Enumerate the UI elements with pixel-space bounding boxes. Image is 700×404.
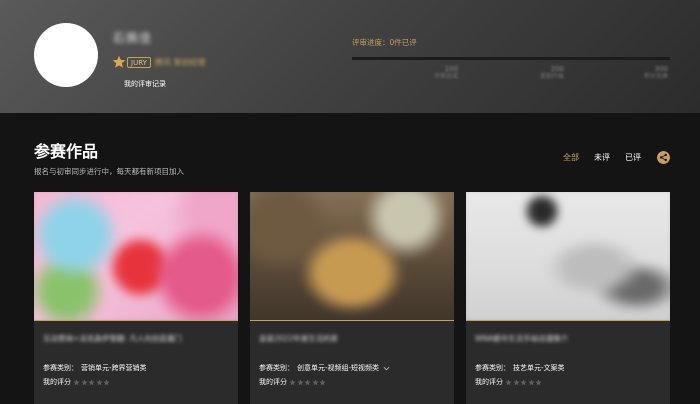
rating-stars[interactable] [73,378,111,386]
review-progress-label: 评审进度：0件已评 [352,38,417,47]
card-divider [466,320,670,321]
rating-stars[interactable] [289,378,327,386]
entry-thumbnail[interactable] [250,192,454,320]
entry-rating: 我的评分 [43,377,111,387]
user-name: 石佩佳 [113,31,153,45]
jury-badge: JURY [127,56,151,68]
entry-rating: 我的评分 [475,377,543,387]
entry-category: 参赛类别： 营销单元-跨界营销类 [43,364,147,372]
rating-stars[interactable] [505,378,543,386]
section-subtitle: 报名与初审同步进行中，每天都有新项目加入 [34,167,184,176]
share-icon[interactable] [657,151,670,164]
card-divider [34,320,238,321]
star-icon[interactable] [505,378,512,386]
review-progress-bar [352,57,670,60]
star-icon[interactable] [296,378,304,386]
tab-all[interactable]: 全部 [563,152,579,163]
star-icon[interactable] [289,378,296,386]
star-icon[interactable] [535,378,542,386]
section-title: 参赛作品 [34,142,99,161]
star-icon[interactable] [304,378,311,386]
entry-thumbnail[interactable] [34,192,238,320]
star-icon[interactable] [311,378,319,386]
star-icon[interactable] [95,378,103,386]
star-icon[interactable] [527,378,535,386]
entry-title[interactable]: 互动营销+派克森伊雪翻: 凡人向创造漏门 [43,333,182,344]
review-record-link[interactable]: 我的评审记录 [124,79,166,89]
star-badge-icon [112,55,126,68]
jury-org: 腾讯 策划经理 [154,57,206,67]
tab-unrated[interactable]: 未评 [594,152,610,163]
progress-tick: 300 积分兑换 [643,65,668,80]
star-icon[interactable] [512,378,520,386]
progress-tick: 200 奖励升级 [539,65,564,80]
filter-tabs: 全部 未评 已评 [563,151,670,164]
entry-card[interactable]: WNA都市生活手绘动漫推介 参赛类别： 技艺单元-文案类 我的评分 [466,192,670,404]
star-icon[interactable] [73,378,80,386]
card-divider [250,320,454,321]
chevron-down-icon[interactable] [383,365,390,372]
star-icon[interactable] [88,378,95,386]
star-icon[interactable] [103,378,110,386]
entry-category: 参赛类别： 技艺单元-文案类 [475,364,565,372]
entry-title[interactable]: WNA都市生活手绘动漫推介 [475,333,568,344]
entry-title[interactable]: 盒装2022年度生活的家 [259,333,338,344]
entry-thumbnail[interactable] [466,192,670,320]
star-icon[interactable] [80,378,88,386]
entry-rating: 我的评分 [259,377,327,387]
entry-card[interactable]: 盒装2022年度生活的家 参赛类别： 创意单元-视频组-短视频类 我的评分 [250,192,454,404]
entry-card[interactable]: 互动营销+派克森伊雪翻: 凡人向创造漏门 参赛类别： 营销单元-跨界营销类 我的… [34,192,238,404]
entry-category: 参赛类别： 创意单元-视频组-短视频类 [259,363,390,373]
star-icon[interactable] [520,378,527,386]
avatar[interactable] [34,23,98,87]
progress-tick: 100 评审达成 [433,65,458,80]
profile-header: 石佩佳 JURY 腾讯 策划经理 我的评审记录 评审进度：0件已评 100 评审… [0,0,700,113]
star-icon[interactable] [319,378,326,386]
jury-badge-row: JURY 腾讯 策划经理 [112,55,205,69]
tab-rated[interactable]: 已评 [625,152,641,163]
